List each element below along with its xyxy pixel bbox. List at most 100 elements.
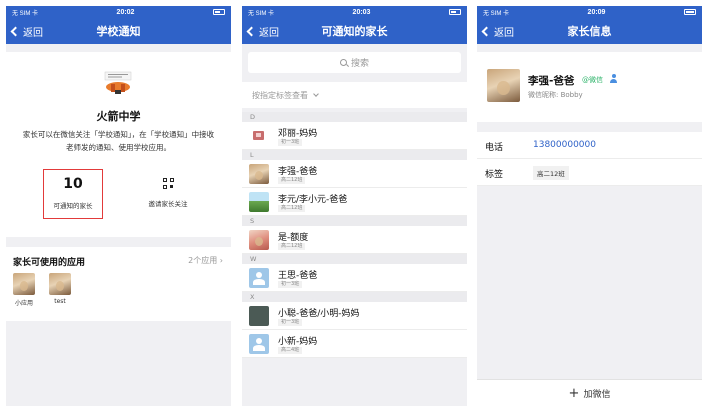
contact-row[interactable]: 是-额度 高二12班 — [242, 226, 467, 254]
parent-count-label: 可通知的家长 — [53, 202, 93, 210]
back-label: 返回 — [23, 27, 43, 39]
clock: 20:02 — [116, 8, 135, 16]
person-icon — [610, 74, 617, 83]
app-thumbnail — [13, 273, 35, 295]
back-label: 返回 — [259, 27, 279, 39]
battery-icon — [212, 9, 225, 15]
search-input[interactable]: 搜索 — [248, 52, 461, 73]
battery-icon — [448, 9, 461, 15]
apps-count-link[interactable]: 2个应用 › — [188, 255, 223, 266]
status-bar: 无 SIM 卡 20:03 — [242, 6, 467, 18]
chevron-left-icon — [246, 26, 257, 36]
avatar — [253, 131, 264, 140]
contact-row[interactable]: 李元/李小元-爸爸 高二12班 — [242, 188, 467, 216]
carrier-label: 无 SIM 卡 — [248, 10, 275, 17]
phone-number-link[interactable]: 13800000000 — [533, 140, 596, 150]
contact-row[interactable]: 邓丽-妈妈 初一3班 — [242, 122, 467, 150]
clock: 20:03 — [352, 8, 371, 16]
avatar — [249, 230, 269, 250]
avatar — [249, 306, 269, 326]
contact-row[interactable]: 王思-爸爸 初一3班 — [242, 264, 467, 292]
apps-card: 家长可使用的应用 2个应用 › 小应用 test — [6, 247, 231, 321]
qrcode-icon — [162, 178, 174, 189]
contact-row[interactable]: 李强-爸爸 高二12班 — [242, 160, 467, 188]
parent-name: 李强-爸爸 — [528, 75, 575, 87]
parent-count: 10 — [63, 176, 83, 192]
tag-filter-label: 按指定标签查看 — [252, 90, 308, 100]
page-title: 学校通知 — [96, 25, 141, 38]
contact-tag: 高二12班 — [278, 177, 306, 184]
notifiable-parents-button[interactable]: 10 可通知的家长 — [43, 169, 103, 219]
contact-tag: 初一3班 — [278, 281, 303, 288]
page-title: 家长信息 — [567, 25, 612, 38]
status-bar: 无 SIM 卡 20:09 — [477, 6, 702, 18]
section-letter: D — [242, 112, 467, 122]
tag-row: 标签 高二12班 — [477, 159, 702, 186]
plus-icon: + — [568, 385, 580, 401]
chevron-down-icon — [313, 90, 319, 97]
contact-row[interactable]: 小聪-爸爸/小明-妈妈 初一3班 — [242, 302, 467, 330]
avatar — [487, 69, 520, 102]
search-placeholder: 搜索 — [350, 59, 369, 69]
app-item[interactable]: 小应用 — [10, 273, 38, 307]
avatar — [249, 192, 269, 212]
section-letter: W — [242, 254, 467, 264]
default-avatar-icon — [249, 334, 269, 354]
back-button[interactable]: 返回 — [481, 18, 514, 44]
contact-tag: 初一3班 — [278, 139, 303, 146]
add-wechat-button[interactable]: + 加微信 — [477, 379, 702, 406]
search-icon — [339, 59, 347, 66]
phone-row: 电话 13800000000 — [477, 132, 702, 159]
wechat-badge: @微信 — [582, 76, 603, 84]
back-button[interactable]: 返回 — [10, 18, 43, 44]
section-letter: X — [242, 292, 467, 302]
carrier-label: 无 SIM 卡 — [12, 10, 39, 17]
invite-label: 邀请家长关注 — [148, 200, 188, 208]
chevron-left-icon — [481, 26, 492, 36]
tag-label: 标签 — [485, 170, 504, 180]
parent-list-screen: 无 SIM 卡 20:03 返回 可通知的家长 搜索 按指定标签查看 D 邓丽-… — [242, 6, 467, 406]
app-item[interactable]: test — [46, 273, 74, 305]
info-list: 电话 13800000000 标签 高二12班 — [477, 132, 702, 186]
section-letter: L — [242, 150, 467, 160]
back-button[interactable]: 返回 — [246, 18, 279, 44]
app-name: 小应用 — [14, 300, 33, 307]
school-description: 家长可以在微信关注「学校通知」，在「学校通知」中接收老师发的通知、使用学校应用。 — [22, 130, 215, 152]
app-thumbnail — [49, 273, 71, 295]
contact-name: 小聪-爸爸/小明-妈妈 — [278, 309, 360, 319]
contact-name: 李强-爸爸 — [278, 167, 318, 177]
contact-name: 是-额度 — [278, 233, 309, 243]
contact-tag: 高二12班 — [278, 243, 306, 250]
add-wechat-label: 加微信 — [583, 389, 611, 400]
chevron-right-icon: › — [219, 256, 223, 265]
apps-section-title: 家长可使用的应用 — [13, 258, 86, 268]
contact-name: 王思-爸爸 — [278, 271, 318, 281]
carrier-label: 无 SIM 卡 — [483, 10, 510, 17]
contact-name: 李元/李小元-爸爸 — [278, 195, 348, 205]
contact-name: 小新-妈妈 — [278, 337, 318, 347]
status-bar: 无 SIM 卡 20:02 — [6, 6, 231, 18]
app-name: test — [54, 298, 66, 305]
section-letter: S — [242, 216, 467, 226]
parent-info-screen: 无 SIM 卡 20:09 返回 家长信息 李强-爸爸 @微信 微信昵称: Bo… — [477, 6, 702, 406]
profile-card: 李强-爸爸 @微信 微信昵称: Bobby — [477, 52, 702, 122]
tag-filter-dropdown[interactable]: 按指定标签查看 — [242, 82, 467, 108]
contact-name: 邓丽-妈妈 — [278, 129, 318, 139]
battery-icon — [683, 9, 696, 15]
chevron-left-icon — [10, 26, 21, 36]
nav-bar: 返回 学校通知 — [6, 18, 231, 44]
school-notice-screen: 无 SIM 卡 20:02 返回 学校通知 火箭中学 家长可以在微信关注「学校通… — [6, 6, 231, 406]
contact-tag: 初一3班 — [278, 319, 303, 326]
school-name: 火箭中学 — [96, 110, 141, 123]
school-card: 火箭中学 家长可以在微信关注「学校通知」，在「学校通知」中接收老师发的通知、使用… — [6, 52, 231, 237]
contact-row[interactable]: 小新-妈妈 高二4班 — [242, 330, 467, 358]
class-tag: 高二12班 — [533, 166, 569, 180]
clock: 20:09 — [587, 8, 606, 16]
school-logo-icon — [104, 71, 132, 94]
contact-tag: 高二4班 — [278, 347, 303, 354]
contact-list: D 邓丽-妈妈 初一3班 L 李强-爸爸 高二12班 李元/李小元-爸爸 高二1… — [242, 112, 467, 358]
invite-parents-button[interactable]: 邀请家长关注 — [138, 169, 198, 219]
avatar — [249, 164, 269, 184]
phone-label: 电话 — [485, 143, 504, 153]
page-title: 可通知的家长 — [321, 25, 388, 38]
